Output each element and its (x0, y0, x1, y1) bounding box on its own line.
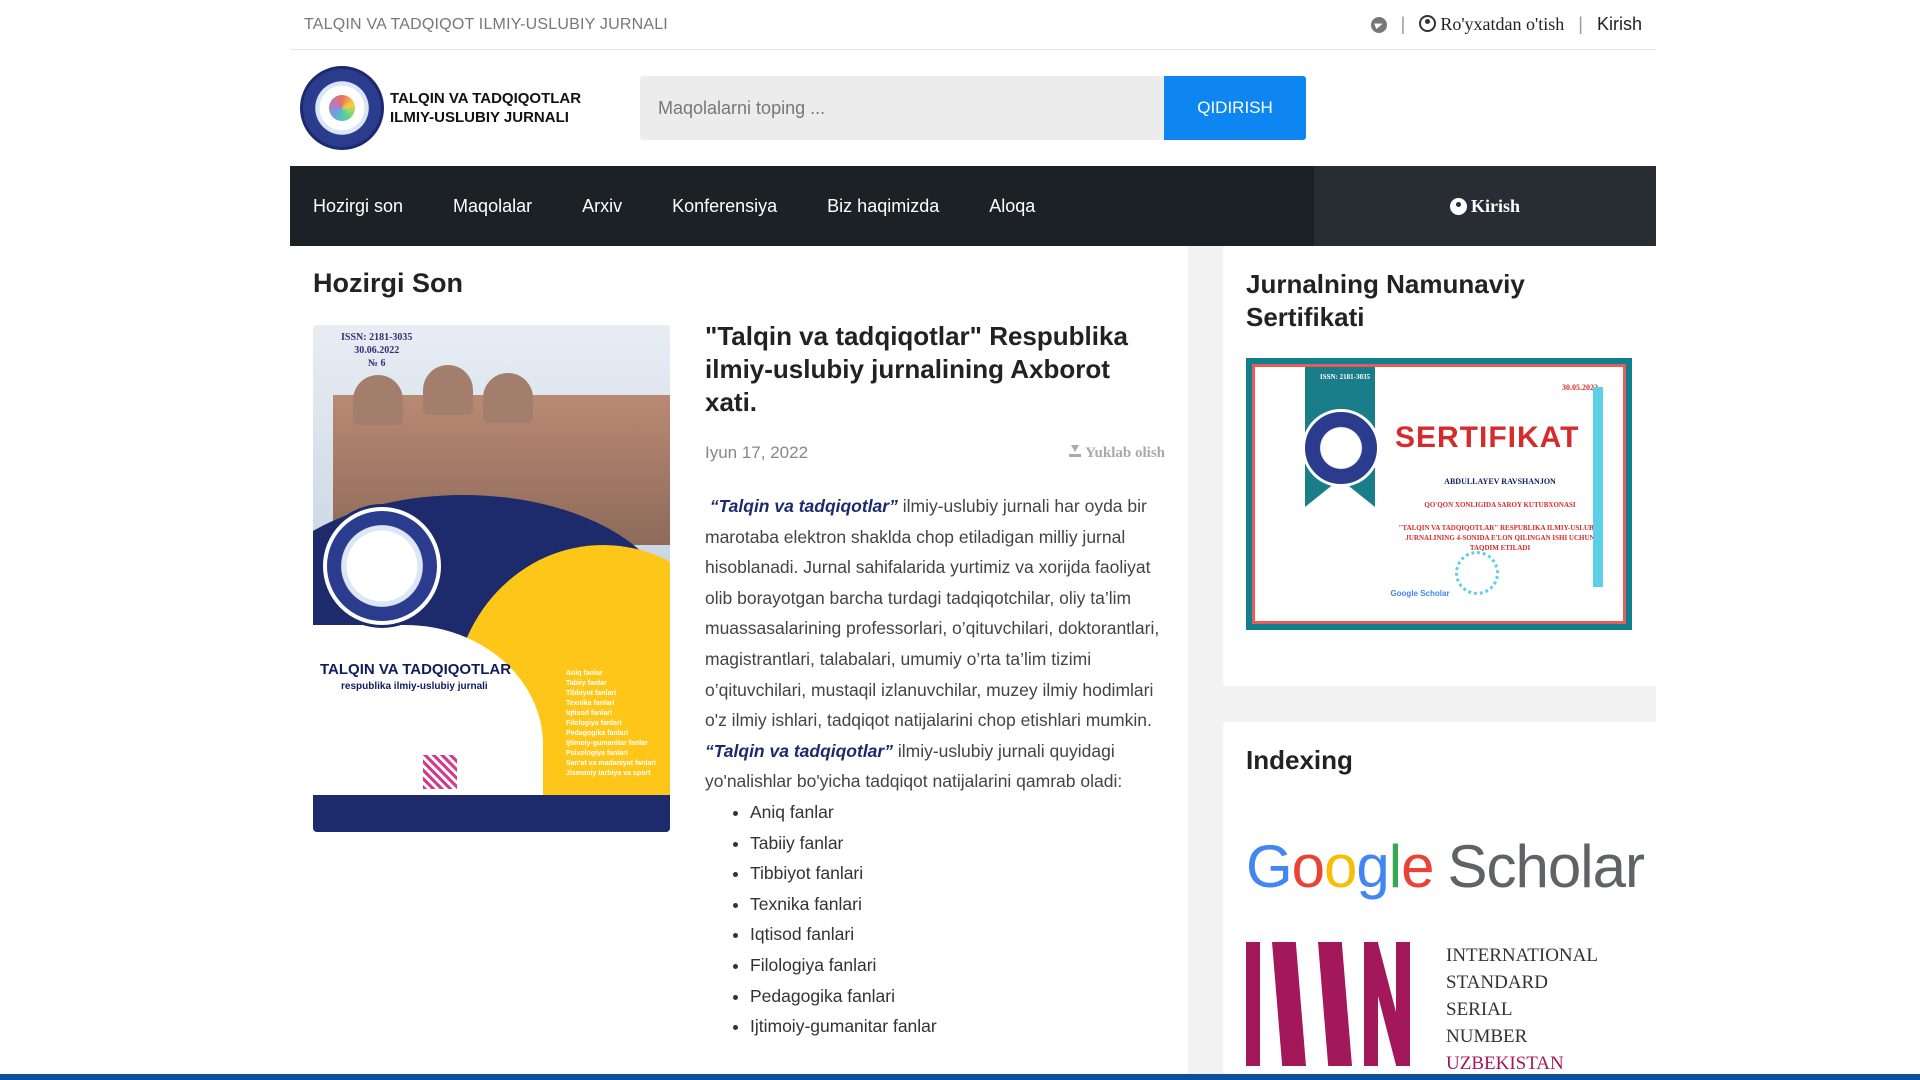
telegram-icon[interactable] (1370, 16, 1387, 33)
issn-mark-icon (1246, 942, 1416, 1066)
cover-issn: ISSN: 2181-3035 30.06.2022 № 6 (341, 331, 412, 370)
search-form: QIDIRISH (640, 76, 1306, 140)
list-item: Texnika fanlari (750, 889, 1165, 920)
nav-item-contact[interactable]: Aloqa (989, 196, 1035, 217)
logo-text: TALQIN VA TADQIQOTLAR ILMIY-USLUBIY JURN… (390, 89, 581, 127)
cert-heading: SERTIFIKAT (1395, 421, 1580, 454)
certificate-card: Jurnalning Namunaviy Sertifikati ISSN: 2… (1223, 246, 1656, 686)
nav-login-label: Kirish (1470, 195, 1520, 216)
article-title[interactable]: "Talqin va tadqiqotlar" Respublika ilmiy… (705, 320, 1165, 419)
cert-google-scholar: Google Scholar (1390, 589, 1450, 598)
issn-text: INTERNATIONAL STANDARD SERIAL NUMBER UZB… (1446, 945, 1598, 1074)
logo-line-1: TALQIN VA TADQIQOTLAR (390, 90, 582, 107)
site-logo[interactable]: TALQIN VA TADQIQOTLAR ILMIY-USLUBIY JURN… (300, 66, 581, 150)
search-button[interactable]: QIDIRISH (1164, 76, 1306, 140)
journal-name: “Talqin va tadqiqotlar” (709, 496, 898, 516)
cover-number: № 6 (367, 358, 386, 369)
cover-issn-number: ISSN: 2181-3035 (341, 332, 413, 343)
nav-item-conference[interactable]: Konferensiya (672, 196, 777, 217)
cover-subtitle: respublika ilmiy-uslubiy jurnali (341, 681, 488, 692)
top-bar: TALQIN VA TADQIQOT ILMIY-USLUBIY JURNALI… (290, 0, 1656, 50)
cover-emblem-icon (323, 507, 441, 625)
nav-item-archive[interactable]: Arxiv (582, 196, 622, 217)
journal-emblem-icon (1302, 409, 1380, 487)
article-body: “Talqin va tadqiqotlar” ilmiy-uslubiy ju… (705, 491, 1165, 1042)
cert-issn: ISSN: 2181-3035 (1320, 373, 1370, 381)
cert-name: ABDULLAYEV RAVSHANJON (1444, 477, 1556, 486)
issue-cover-image[interactable]: ISSN: 2181-3035 30.06.2022 № 6 TALQIN VA… (313, 325, 670, 832)
list-item: Aniq fanlar (750, 797, 1165, 828)
journal-emblem-icon (300, 66, 384, 150)
download-icon (1069, 444, 1082, 457)
section-title: Hozirgi Son (313, 268, 463, 298)
journal-name: “Talqin va tadqiqotlar” (705, 740, 893, 761)
article-paragraph-2: “Talqin va tadqiqotlar” ilmiy-uslubiy ju… (705, 736, 1165, 797)
user-icon (1449, 197, 1467, 215)
register-label: Ro'yxatdan o'tish (1440, 14, 1565, 34)
register-link[interactable]: Ro'yxatdan o'tish (1419, 14, 1564, 35)
nav-items: Hozirgi son Maqolalar Arxiv Konferensiya… (290, 166, 1314, 246)
logo-line-2: ILMIY-USLUBIY JURNALI (390, 109, 569, 126)
list-item: Pedagogika fanlari (750, 981, 1165, 1012)
search-input[interactable] (640, 76, 1164, 140)
list-item: Ijtimoiy-gumanitar fanlar (750, 1011, 1165, 1042)
article-date: Iyun 17, 2022 (705, 443, 809, 462)
cover-date: 30.06.2022 (354, 345, 400, 356)
fields-list: Aniq fanlar Tabiiy fanlar Tibbiyot fanla… (750, 797, 1165, 1042)
login-link[interactable]: Kirish (1597, 14, 1642, 35)
nav-item-articles[interactable]: Maqolalar (453, 196, 532, 217)
certificate-image[interactable]: ISSN: 2181-3035 30.05.2022 SERTIFIKAT AB… (1246, 358, 1632, 630)
cover-title: TALQIN VA TADQIQOTLAR (320, 661, 512, 678)
cert-place: QO'QON XONLIGIDA SAROY KUTUBXONASI (1424, 501, 1576, 509)
nav-login-button[interactable]: Kirish (1314, 166, 1656, 246)
issn-logo[interactable]: INTERNATIONAL STANDARD SERIAL NUMBER UZB… (1246, 942, 1598, 1077)
user-links: | Ro'yxatdan o'tish | Kirish (1370, 14, 1642, 35)
divider: | (1400, 14, 1406, 34)
indexing-card: Indexing Google Scholar INTERNATIONAL STA… (1223, 722, 1656, 1080)
article-paragraph-1: “Talqin va tadqiqotlar” ilmiy-uslubiy ju… (705, 491, 1165, 736)
seal-icon (1455, 551, 1499, 595)
list-item: Tabiiy fanlar (750, 828, 1165, 859)
site-name: TALQIN VA TADQIQOT ILMIY-USLUBIY JURNALI (304, 15, 668, 33)
certificate-title: Jurnalning Namunaviy Sertifikati (1246, 269, 1525, 332)
list-item: Filologiya fanlari (750, 950, 1165, 981)
indexing-title: Indexing (1246, 745, 1353, 775)
header: TALQIN VA TADQIQOTLAR ILMIY-USLUBIY JURN… (290, 50, 1656, 166)
google-scholar-logo[interactable]: Google Scholar (1246, 832, 1645, 901)
main-nav: Hozirgi son Maqolalar Arxiv Konferensiya… (290, 166, 1656, 246)
nav-item-current-issue[interactable]: Hozirgi son (313, 196, 403, 217)
nav-item-about[interactable]: Biz haqimizda (827, 196, 939, 217)
cert-text: "TALQIN VA TADQIQOTLAR" RESPUBLIKA ILMIY… (1398, 524, 1602, 552)
user-circle-icon (1419, 15, 1437, 32)
paragraph-1-text: ilmiy-uslubiy jurnali har oyda bir marot… (705, 496, 1160, 731)
download-link[interactable]: Yuklab olish (1069, 444, 1165, 462)
cover-topics: Aniq fanlar Tabiiy fanlar Tibbiyot fanla… (566, 670, 656, 777)
download-label: Yuklab olish (1085, 444, 1165, 461)
article: "Talqin va tadqiqotlar" Respublika ilmiy… (705, 320, 1165, 1042)
qr-code-icon (421, 753, 459, 791)
list-item: Iqtisod fanlari (750, 919, 1165, 950)
divider: | (1578, 14, 1583, 34)
main-area: Hozirgi Son ISSN: 2181-3035 30.06.2022 №… (290, 246, 1656, 1080)
article-meta: Iyun 17, 2022 Yuklab olish (705, 443, 1165, 463)
bottom-accent-bar (0, 1074, 1920, 1080)
current-issue-section: Hozirgi Son ISSN: 2181-3035 30.06.2022 №… (290, 246, 1188, 1080)
list-item: Tibbiyot fanlari (750, 858, 1165, 889)
